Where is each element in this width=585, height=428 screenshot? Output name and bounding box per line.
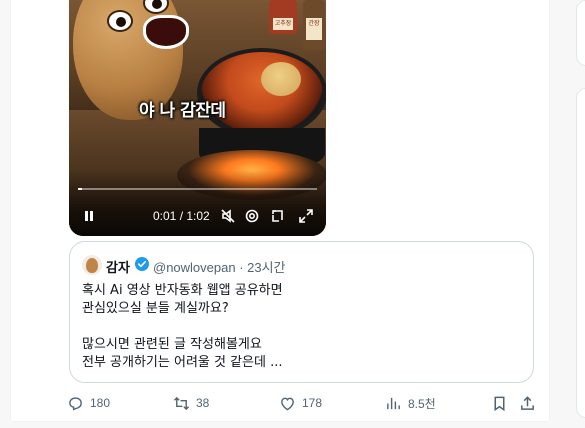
video-player[interactable]: 고추장 간장 야 나 감잔데 0:01 / 1:02 bbox=[69, 0, 326, 236]
potato-eye-left bbox=[107, 10, 133, 32]
retweet-button[interactable]: 38 bbox=[173, 393, 209, 413]
reply-count: 180 bbox=[90, 396, 111, 410]
quoted-tweet-text: 혹시 Ai 영상 반자동화 웹앱 공유하면 관심있으실 분들 계실까요? 많으시… bbox=[82, 283, 283, 370]
potato-mouth bbox=[143, 15, 189, 49]
tweet-action-bar: 180 38 178 8.5천 bbox=[67, 393, 537, 413]
avatar[interactable] bbox=[82, 255, 102, 275]
pip-icon bbox=[272, 210, 283, 222]
views-icon bbox=[387, 397, 400, 409]
avatar-image bbox=[86, 258, 98, 273]
settings-icon bbox=[245, 209, 259, 223]
share-icon bbox=[521, 395, 534, 410]
reply-button[interactable]: 180 bbox=[67, 393, 110, 413]
picture-in-picture-button[interactable] bbox=[269, 207, 287, 225]
gochujang-jar: 고추장 bbox=[269, 0, 297, 34]
right-column-panel bbox=[576, 0, 585, 66]
fullscreen-icon bbox=[299, 209, 313, 223]
settings-button[interactable] bbox=[243, 207, 261, 225]
bookmark-button[interactable] bbox=[491, 393, 514, 413]
views-button[interactable]: 8.5천 bbox=[385, 393, 436, 413]
video-subtitle: 야 나 감잔데 bbox=[139, 101, 226, 121]
soy-sauce-jar: 간장 bbox=[303, 0, 325, 50]
quoted-tweet[interactable]: 감자 @nowlovepan · 23시간 혹시 Ai 영상 반자동화 웹앱 공… bbox=[69, 241, 534, 383]
potato-eye-right bbox=[143, 0, 169, 14]
retweet-count: 38 bbox=[196, 396, 210, 410]
view-count: 8.5천 bbox=[408, 396, 436, 411]
video-controls-shade bbox=[69, 170, 326, 236]
author-name[interactable]: 감자 bbox=[106, 257, 130, 276]
fullscreen-button[interactable] bbox=[297, 207, 315, 225]
mute-button[interactable] bbox=[219, 207, 237, 225]
share-button[interactable] bbox=[519, 393, 542, 413]
verified-icon bbox=[135, 257, 149, 271]
potato-in-pot bbox=[261, 62, 301, 96]
pause-icon bbox=[85, 211, 93, 221]
like-count: 178 bbox=[302, 396, 323, 410]
jar-label: 간장 bbox=[306, 18, 322, 40]
retweet-icon bbox=[173, 396, 190, 410]
pause-button[interactable] bbox=[82, 207, 96, 225]
stew-pot bbox=[197, 48, 326, 138]
jar-label: 고추장 bbox=[273, 18, 293, 30]
like-button[interactable]: 178 bbox=[279, 393, 322, 413]
video-progress-bar[interactable] bbox=[78, 188, 317, 190]
bookmark-icon bbox=[494, 396, 505, 411]
mute-icon bbox=[221, 209, 235, 223]
right-column-panel-2 bbox=[576, 88, 585, 418]
video-time: 0:01 / 1:02 bbox=[153, 209, 210, 223]
video-progress-fill bbox=[78, 188, 82, 190]
author-handle-time: @nowlovepan · 23시간 bbox=[153, 260, 286, 275]
reply-icon bbox=[69, 396, 82, 410]
tweet-divider bbox=[10, 421, 550, 428]
like-icon bbox=[281, 397, 294, 410]
